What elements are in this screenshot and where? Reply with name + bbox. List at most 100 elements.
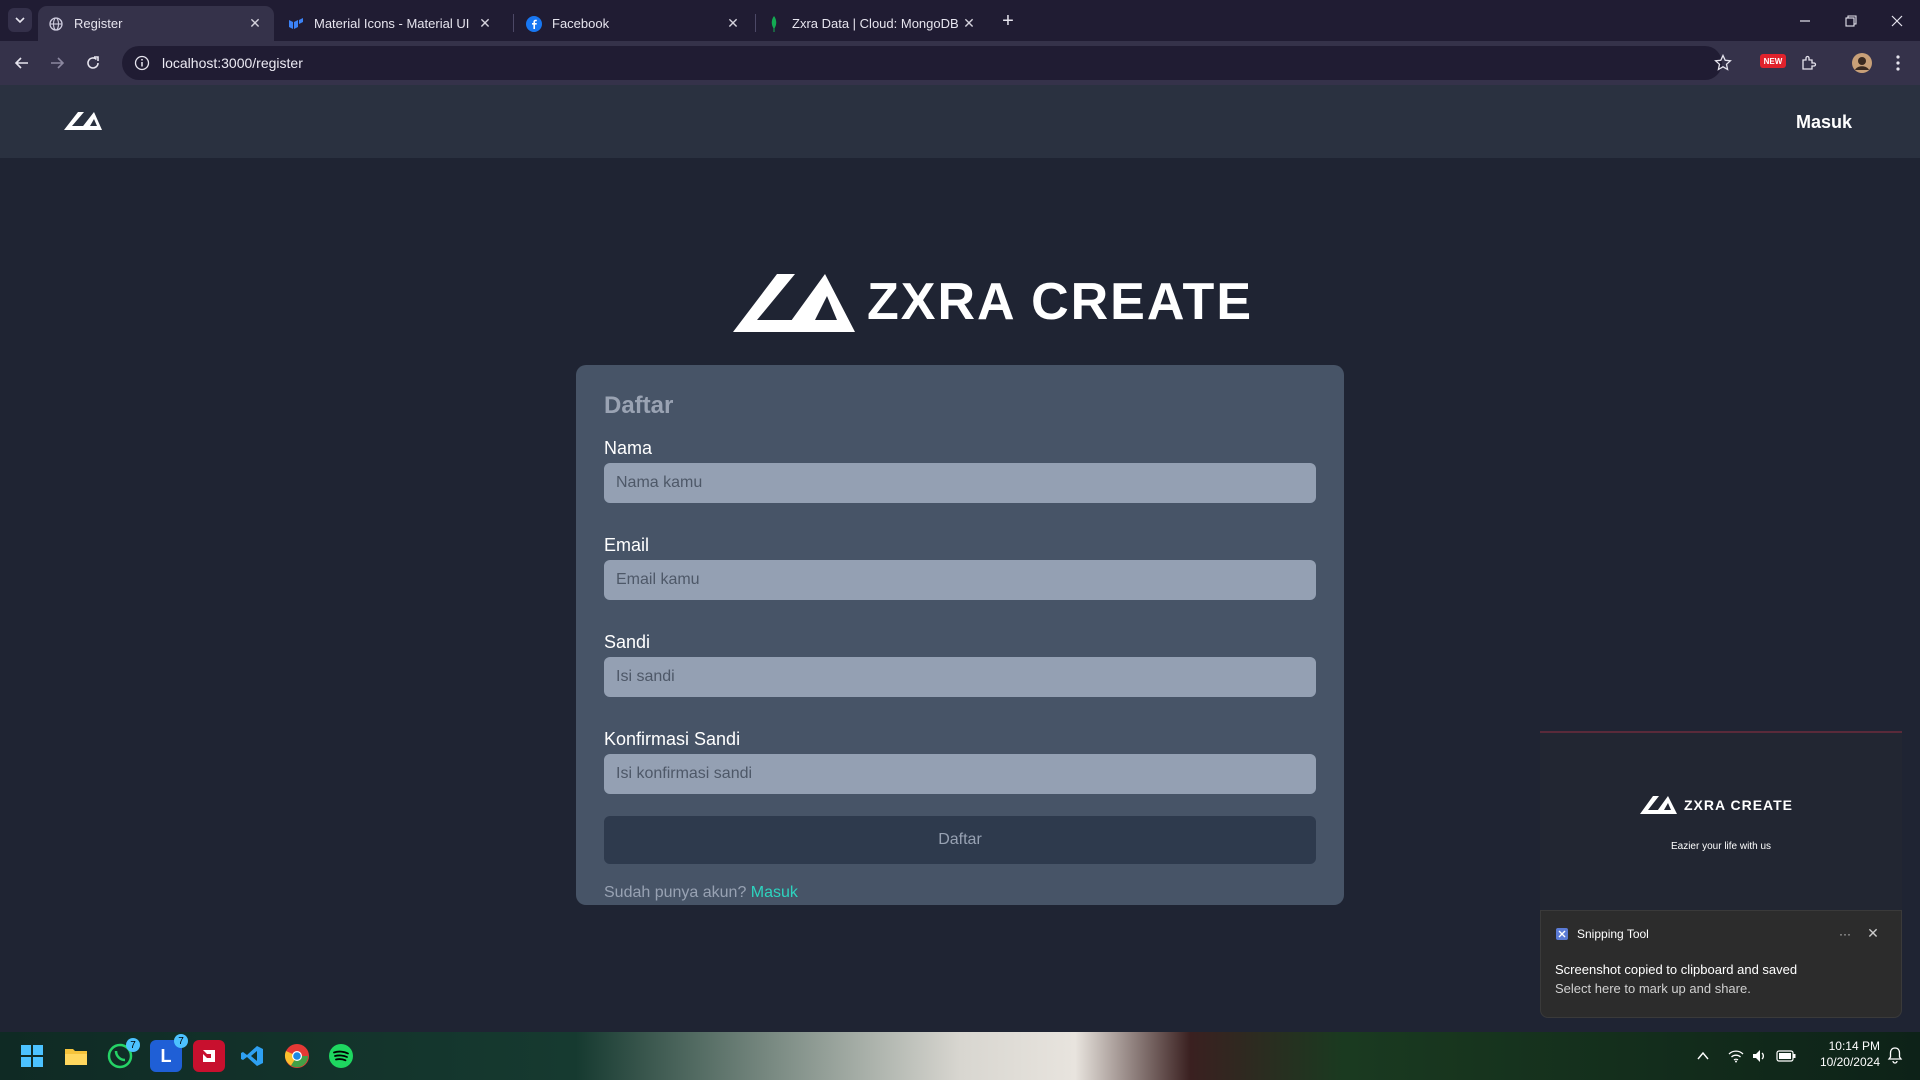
login-link[interactable]: Masuk bbox=[751, 884, 798, 901]
tab-material-icons[interactable]: Material Icons - Material UI ✕ bbox=[278, 6, 504, 41]
email-input[interactable] bbox=[604, 560, 1316, 600]
vscode-button[interactable] bbox=[236, 1040, 268, 1072]
amd-software-button[interactable] bbox=[193, 1040, 225, 1072]
preview-tagline: Eazier your life with us bbox=[1670, 841, 1772, 852]
password-input[interactable] bbox=[604, 657, 1316, 697]
browser-tabstrip: Register ✕ Material Icons - Material UI … bbox=[0, 0, 1920, 41]
name-input[interactable] bbox=[604, 463, 1316, 503]
taskbar-clock[interactable]: 10:14 PM 10/20/2024 bbox=[1800, 1038, 1880, 1070]
close-tab-icon[interactable]: ✕ bbox=[476, 15, 494, 33]
close-tab-icon[interactable]: ✕ bbox=[246, 15, 264, 33]
preview-brand: ZXRA CREATE bbox=[1640, 795, 1793, 815]
spotify-button[interactable] bbox=[325, 1040, 357, 1072]
puzzle-icon bbox=[1802, 55, 1817, 70]
brand-name: ZXRA CREATE bbox=[867, 273, 1253, 331]
close-tab-icon[interactable]: ✕ bbox=[960, 15, 978, 33]
field-group-confirm-password: Konfirmasi Sandi bbox=[604, 729, 1316, 816]
amd-icon bbox=[203, 1050, 215, 1062]
site-logo[interactable] bbox=[64, 110, 104, 137]
forward-button[interactable] bbox=[45, 51, 69, 75]
close-tab-icon[interactable]: ✕ bbox=[724, 15, 742, 33]
browser-menu-button[interactable] bbox=[1886, 51, 1910, 75]
new-badge: NEW bbox=[1760, 54, 1786, 68]
login-prompt: Sudah punya akun? Masuk bbox=[604, 884, 1316, 902]
zxra-logo-icon bbox=[1640, 796, 1677, 814]
screenshot-preview[interactable]: ZXRA CREATE Eazier your life with us bbox=[1540, 731, 1902, 911]
minimize-icon bbox=[1800, 19, 1810, 22]
chevron-down-icon bbox=[15, 17, 25, 24]
bookmark-star-button[interactable] bbox=[1711, 51, 1735, 75]
folder-icon bbox=[65, 1049, 87, 1065]
tab-title: Facebook bbox=[552, 16, 610, 31]
tab-separator bbox=[513, 14, 514, 32]
windows-logo-icon bbox=[21, 1045, 43, 1067]
notification-button[interactable] bbox=[1886, 1046, 1904, 1069]
site-header bbox=[0, 85, 1920, 158]
back-button[interactable] bbox=[10, 51, 34, 75]
globe-icon bbox=[48, 16, 64, 32]
app-l-icon: L bbox=[160, 1045, 172, 1066]
chevron-up-icon[interactable] bbox=[1696, 1049, 1710, 1063]
chrome-button[interactable] bbox=[281, 1040, 313, 1072]
chrome-icon bbox=[284, 1044, 309, 1068]
register-submit-button[interactable]: Daftar bbox=[604, 816, 1316, 864]
app-l-badge: 7 bbox=[174, 1034, 188, 1048]
address-bar[interactable]: localhost:3000/register bbox=[122, 46, 1722, 80]
reload-button[interactable] bbox=[81, 51, 105, 75]
file-explorer-button[interactable] bbox=[60, 1040, 92, 1072]
minimize-button[interactable] bbox=[1782, 0, 1828, 41]
reload-icon bbox=[87, 56, 99, 69]
wifi-icon[interactable] bbox=[1728, 1049, 1744, 1063]
tab-search-button[interactable] bbox=[8, 8, 32, 32]
toast-close-icon[interactable]: ✕ bbox=[1859, 925, 1887, 942]
restore-button[interactable] bbox=[1828, 0, 1874, 41]
battery-icon[interactable] bbox=[1776, 1050, 1796, 1062]
tab-register[interactable]: Register ✕ bbox=[38, 6, 274, 41]
snipping-tool-icon bbox=[1556, 927, 1568, 940]
site-info-icon[interactable] bbox=[134, 55, 150, 71]
name-label: Nama bbox=[604, 438, 653, 458]
tab-mongodb[interactable]: Zxra Data | Cloud: MongoDB Cl ✕ bbox=[756, 6, 988, 41]
browser-toolbar: localhost:3000/register bbox=[0, 41, 1920, 85]
login-prompt-text: Sudah punya akun? bbox=[604, 884, 751, 901]
register-card: Daftar Nama Email Sandi Konfirmasi Sandi… bbox=[576, 365, 1344, 905]
brand-header: ZXRA CREATE bbox=[733, 270, 1253, 334]
system-tray bbox=[1696, 1032, 1796, 1080]
notification-bell-icon bbox=[1887, 1047, 1903, 1064]
tab-facebook[interactable]: Facebook ✕ bbox=[516, 6, 752, 41]
clock-time: 10:14 PM bbox=[1828, 1039, 1880, 1053]
toast-message: Screenshot copied to clipboard and saved bbox=[1555, 962, 1798, 977]
extensions-button[interactable] bbox=[1797, 51, 1821, 75]
app-l-button[interactable]: L 7 bbox=[150, 1034, 188, 1072]
confirm-password-label: Konfirmasi Sandi bbox=[604, 729, 741, 749]
profile-avatar-button[interactable] bbox=[1850, 51, 1874, 75]
whatsapp-badge: 7 bbox=[126, 1038, 140, 1052]
star-icon bbox=[1714, 54, 1732, 71]
snipping-tool-notification[interactable]: Snipping Tool ··· ✕ Screenshot copied to… bbox=[1540, 910, 1902, 1018]
url-text[interactable]: localhost:3000/register bbox=[162, 55, 303, 71]
start-button[interactable] bbox=[16, 1040, 48, 1072]
toast-more-icon[interactable]: ··· bbox=[1831, 927, 1859, 941]
field-group-password: Sandi bbox=[604, 632, 1316, 729]
restore-icon bbox=[1845, 14, 1857, 27]
tab-title: Zxra Data | Cloud: MongoDB Cl bbox=[792, 16, 960, 31]
email-label: Email bbox=[604, 535, 650, 555]
mongodb-leaf-icon bbox=[766, 15, 782, 32]
toast-app-name: Snipping Tool bbox=[1577, 926, 1649, 941]
whatsapp-button[interactable]: 7 bbox=[104, 1038, 140, 1072]
close-window-button[interactable] bbox=[1874, 0, 1920, 41]
tab-title: Material Icons - Material UI bbox=[314, 16, 470, 31]
volume-icon[interactable] bbox=[1752, 1049, 1768, 1063]
close-icon bbox=[1891, 15, 1903, 26]
field-group-email: Email bbox=[604, 535, 1316, 632]
kebab-menu-icon bbox=[1896, 55, 1900, 71]
confirm-password-input[interactable] bbox=[604, 754, 1316, 794]
arrow-right-icon bbox=[51, 57, 65, 69]
facebook-icon bbox=[526, 15, 542, 32]
nav-login-link[interactable]: Masuk bbox=[1796, 112, 1852, 133]
field-group-name: Nama bbox=[604, 438, 1316, 535]
spotify-icon bbox=[329, 1044, 353, 1068]
toast-hint: Select here to mark up and share. bbox=[1555, 981, 1751, 996]
new-tab-button[interactable]: + bbox=[996, 9, 1020, 33]
form-title: Daftar bbox=[604, 392, 674, 419]
